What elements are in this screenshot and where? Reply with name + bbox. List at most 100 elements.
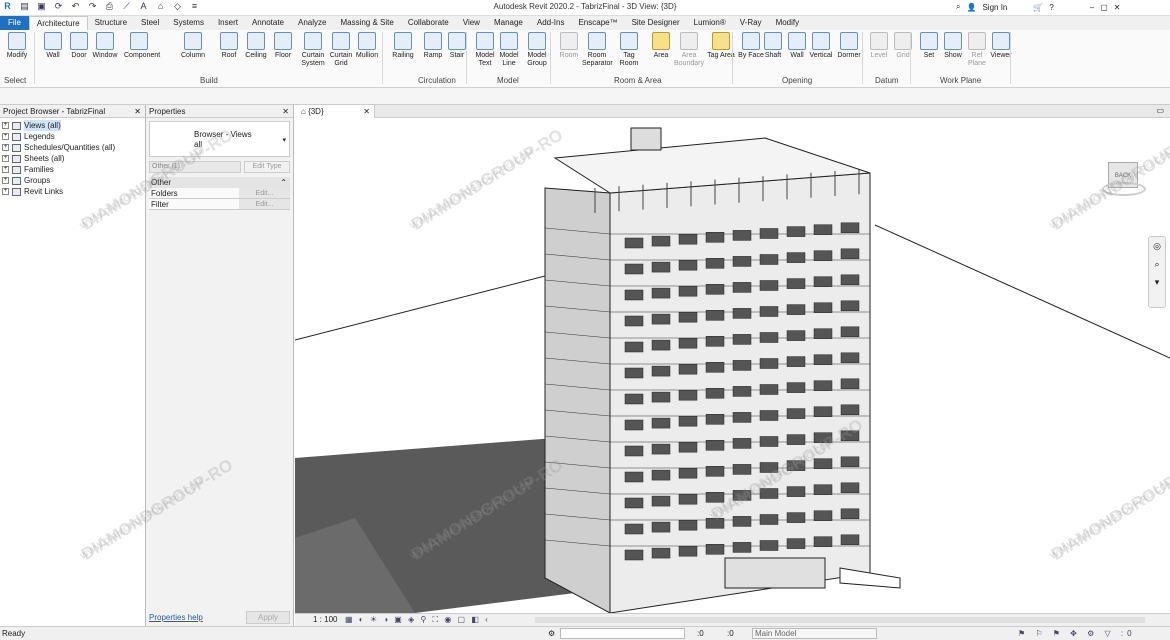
edit-button[interactable]: Edit... xyxy=(239,199,290,209)
expand-icon[interactable]: + xyxy=(2,166,9,173)
help-icon[interactable]: ? xyxy=(1049,3,1053,12)
panel-circulation[interactable]: Circulation xyxy=(418,76,456,85)
edit-type-button[interactable]: Edit Type xyxy=(244,161,290,173)
close-icon[interactable]: ✕ xyxy=(134,105,141,118)
tab-view[interactable]: View xyxy=(456,16,487,30)
view-tab-3d[interactable]: ⌂ {3D} ✕ xyxy=(295,105,375,118)
tab-enscape-[interactable]: Enscape™ xyxy=(571,16,624,30)
railing-button[interactable]: Railing xyxy=(388,32,418,60)
selection-toggle-icons[interactable]: ⚑ ⚐ ⚑ ✥ ⚙ ▽ :0 xyxy=(1018,627,1136,640)
modify-button[interactable]: Modify xyxy=(2,32,32,60)
tab-architecture[interactable]: Architecture xyxy=(28,16,88,30)
binoculars-icon[interactable]: ⌕ xyxy=(956,2,960,12)
window-button[interactable]: Window xyxy=(90,32,120,60)
mullion-button[interactable]: Mullion xyxy=(352,32,382,60)
minimize-button[interactable]: – xyxy=(1090,3,1094,12)
area-button[interactable]: Area xyxy=(646,32,676,60)
column-button[interactable]: Column xyxy=(178,32,208,60)
tab-insert[interactable]: Insert xyxy=(211,16,245,30)
expand-icon[interactable]: + xyxy=(2,177,9,184)
node-label: Groups xyxy=(24,176,51,185)
expand-icon[interactable]: + xyxy=(2,144,9,151)
tab-manage[interactable]: Manage xyxy=(487,16,530,30)
expand-icon[interactable]: + xyxy=(2,133,9,140)
cart-icon[interactable]: 🛒 xyxy=(1033,3,1043,12)
stair-button[interactable]: Stair xyxy=(442,32,472,60)
properties-help-link[interactable]: Properties help xyxy=(149,613,203,622)
vertical-button[interactable]: Vertical xyxy=(806,32,836,60)
room-button[interactable]: Room xyxy=(554,32,584,60)
browser-node-families[interactable]: + Families xyxy=(2,164,145,175)
browser-node-sheets-all-[interactable]: + Sheets (all) xyxy=(2,153,145,164)
tag-room-button[interactable]: Tag Room xyxy=(614,32,644,68)
view-scale[interactable]: 1 : 100 xyxy=(313,614,337,626)
tab-file[interactable]: File xyxy=(0,16,29,30)
type-selector[interactable]: Browser - Views all ▾ xyxy=(149,121,290,157)
tab-collaborate[interactable]: Collaborate xyxy=(401,16,456,30)
panel-model[interactable]: Model xyxy=(497,76,519,85)
browser-node-views-all-[interactable]: + Views (all) xyxy=(2,120,145,131)
expand-icon[interactable]: + xyxy=(2,122,9,129)
properties-palette: Properties ✕ Browser - Views all ▾ Other (… xyxy=(146,105,294,626)
panel-select[interactable]: Select xyxy=(4,76,26,85)
tab-modify[interactable]: Modify xyxy=(769,16,807,30)
edit-button[interactable]: Edit... xyxy=(239,188,290,198)
zoom-extents-icon[interactable]: ▾ xyxy=(1149,273,1165,291)
tab-massing-site[interactable]: Massing & Site xyxy=(333,16,400,30)
area-boundary-button[interactable]: Area Boundary xyxy=(674,32,704,68)
instance-filter[interactable]: Other (1) xyxy=(149,161,241,173)
viewer-button[interactable]: Viewer xyxy=(986,32,1016,60)
property-row-folders[interactable]: Folders Edit... xyxy=(149,188,290,199)
apply-button[interactable]: Apply xyxy=(246,611,290,624)
dormer-button[interactable]: Dormer xyxy=(834,32,864,60)
browser-node-groups[interactable]: + Groups xyxy=(2,175,145,186)
room-separator-icon xyxy=(588,32,606,50)
close-icon[interactable]: ✕ xyxy=(282,105,289,118)
panel-build[interactable]: Build xyxy=(200,76,218,85)
tab-steel[interactable]: Steel xyxy=(134,16,166,30)
tab-v-ray[interactable]: V-Ray xyxy=(733,16,769,30)
browser-node-legends[interactable]: + Legends xyxy=(2,131,145,142)
tab-add-ins[interactable]: Add-Ins xyxy=(530,16,572,30)
panel-datum[interactable]: Datum xyxy=(875,76,899,85)
component-button[interactable]: Component xyxy=(124,32,160,60)
panel-room-area[interactable]: Room & Area xyxy=(614,76,662,85)
close-icon[interactable]: ✕ xyxy=(363,105,370,118)
view-controls-icons[interactable]: ▦ ◐ ☀ ◑ ▣ ◈ ⚲ ⛶ ◉ ▢ ◧ ‹ xyxy=(345,614,490,626)
edit-type-label: Edit Type xyxy=(252,163,282,170)
tab-site-designer[interactable]: Site Designer xyxy=(625,16,687,30)
property-group-other[interactable]: Other ⌃ xyxy=(149,177,290,188)
horizontal-scrollbar[interactable] xyxy=(535,617,1145,623)
model-group-button[interactable]: Model Group xyxy=(522,32,552,68)
restore-view-icon[interactable]: ▭ xyxy=(1156,106,1164,115)
expand-icon[interactable]: + xyxy=(2,188,9,195)
sign-in-link[interactable]: Sign In xyxy=(982,3,1007,12)
ceiling-button[interactable]: Ceiling xyxy=(241,32,271,60)
curtain-system-button[interactable]: Curtain System xyxy=(298,32,328,68)
property-row-filter[interactable]: Filter Edit... xyxy=(149,199,290,210)
floor-button[interactable]: Floor xyxy=(268,32,298,60)
model-line-button[interactable]: Model Line xyxy=(494,32,524,68)
design-option-dropdown[interactable]: Main Model xyxy=(752,628,877,639)
tab-annotate[interactable]: Annotate xyxy=(245,16,291,30)
close-button[interactable]: ✕ xyxy=(1114,3,1121,12)
room-separator-button[interactable]: Room Separator xyxy=(582,32,613,68)
workset-icon[interactable]: ⚙ xyxy=(548,627,555,640)
tab-systems[interactable]: Systems xyxy=(166,16,211,30)
roof-button[interactable]: Roof xyxy=(214,32,244,60)
panel-divider xyxy=(732,32,733,84)
maximize-button[interactable]: ▢ xyxy=(1100,3,1108,12)
zoom-icon[interactable]: ⌕ xyxy=(1149,255,1165,273)
tab-lumion-[interactable]: Lumion® xyxy=(687,16,733,30)
expand-icon[interactable]: + xyxy=(2,155,9,162)
tab-analyze[interactable]: Analyze xyxy=(291,16,333,30)
panel-opening[interactable]: Opening xyxy=(782,76,812,85)
panel-work-plane[interactable]: Work Plane xyxy=(940,76,981,85)
model-canvas[interactable]: BACK ◎ ⌕ ▾ xyxy=(295,118,1170,613)
browser-node-schedules-quantities-all-[interactable]: + Schedules/Quantities (all) xyxy=(2,142,145,153)
navigation-cube[interactable]: BACK xyxy=(1102,156,1146,196)
browser-node-revit-links[interactable]: + Revit Links xyxy=(2,186,145,197)
steering-wheel-icon[interactable]: ◎ xyxy=(1149,237,1165,255)
tab-structure[interactable]: Structure xyxy=(88,16,134,30)
workset-dropdown[interactable] xyxy=(560,628,685,639)
